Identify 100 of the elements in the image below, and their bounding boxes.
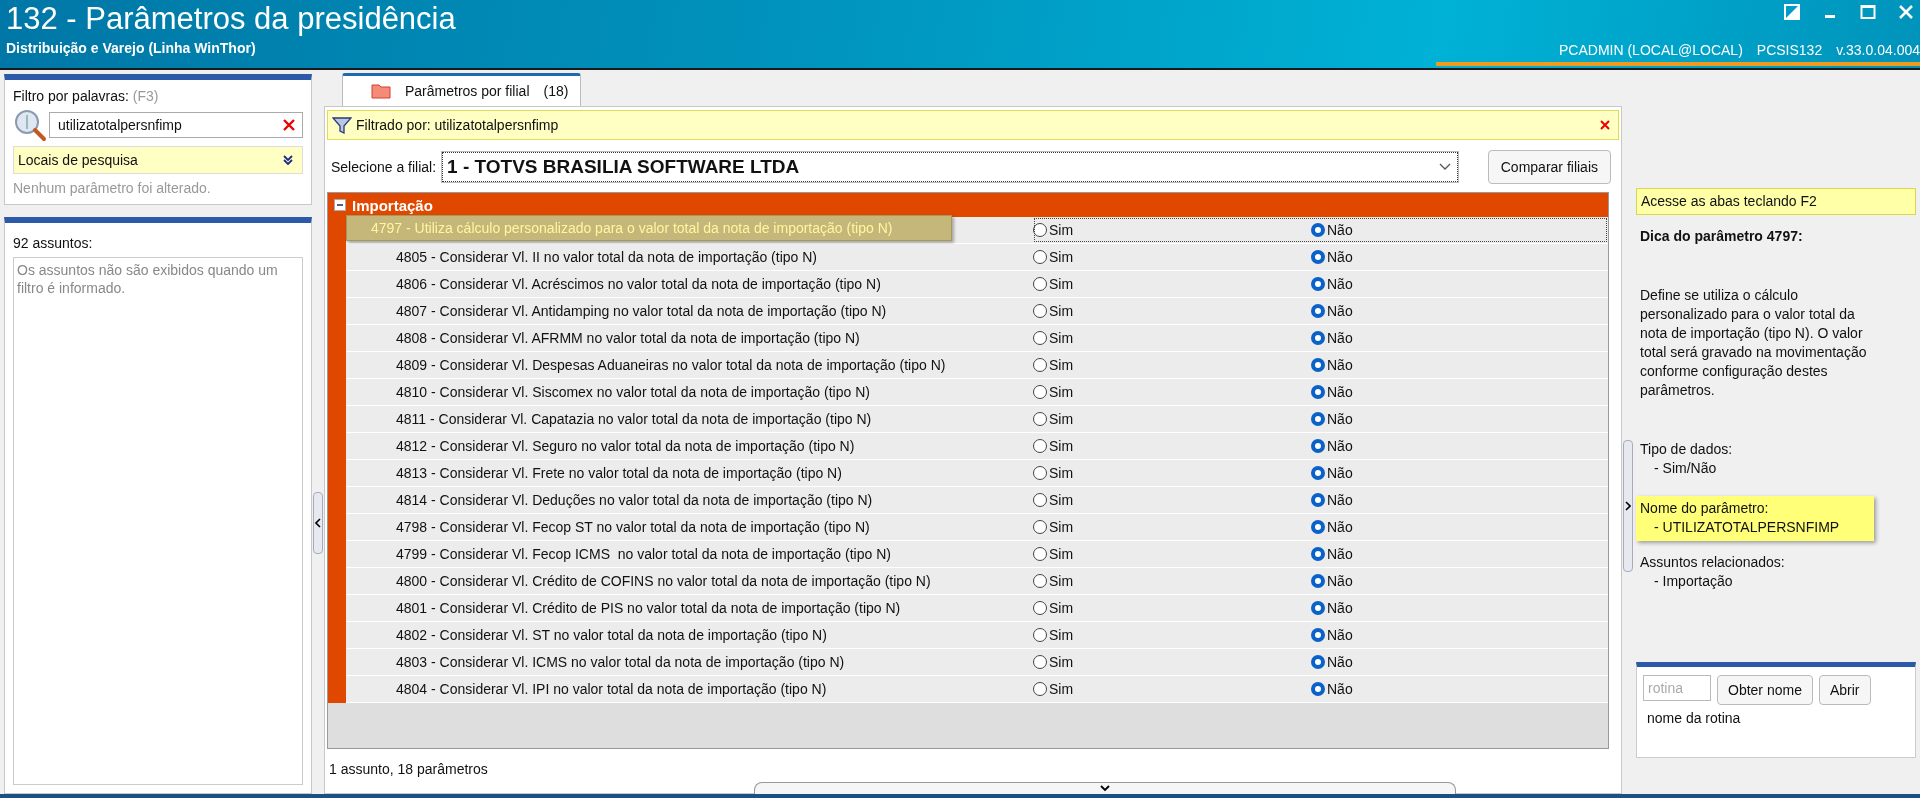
radio-button[interactable] [1311,547,1325,561]
radio-option[interactable]: Sim [1033,600,1311,616]
parameter-row[interactable]: 4812 - Considerar Vl. Seguro no valor total da nota de importação (tipo N) Sim Não [346,433,1608,460]
parameter-row[interactable]: 4802 - Considerar Vl. ST no valor total da nota de importação (tipo N) Sim Não [346,622,1608,649]
radio-button[interactable] [1311,439,1325,453]
radio-option[interactable]: Não [1311,573,1589,589]
radio-button[interactable] [1033,358,1047,372]
radio-button[interactable] [1311,250,1325,264]
open-button[interactable]: Abrir [1818,675,1871,705]
radio-button[interactable] [1033,331,1047,345]
radio-button[interactable] [1311,331,1325,345]
parameter-row[interactable]: 4809 - Considerar Vl. Despesas Aduaneiras no valor total da nota de importação (tipo N) Sim Não [346,352,1608,379]
radio-button[interactable] [1033,277,1047,291]
parameter-row[interactable]: 4808 - Considerar Vl. AFRMM no valor total da nota de importação (tipo N) Sim Não [346,325,1608,352]
radio-option[interactable]: Sim [1033,438,1311,454]
radio-button[interactable] [1311,277,1325,291]
radio-option[interactable]: Sim [1033,654,1311,670]
parameter-row[interactable]: 4813 - Considerar Vl. Frete no valor total da nota de importação (tipo N) Sim Não [346,460,1608,487]
radio-button[interactable] [1311,520,1325,534]
radio-button[interactable] [1311,655,1325,669]
radio-button[interactable] [1033,547,1047,561]
routine-field[interactable]: rotina [1643,675,1711,701]
radio-button[interactable] [1033,655,1047,669]
parameter-row[interactable]: 4805 - Considerar Vl. II no valor total da nota de importação (tipo N) Sim Não [346,244,1608,271]
radio-button[interactable] [1311,385,1325,399]
compare-button[interactable]: Comparar filiais [1487,150,1611,184]
radio-button[interactable] [1033,250,1047,264]
radio-button[interactable] [1311,358,1325,372]
radio-option[interactable]: Sim [1033,357,1311,373]
splitter-handle[interactable] [313,492,323,554]
radio-option[interactable]: Sim [1033,222,1311,238]
parameter-row[interactable]: 4798 - Considerar Vl. Fecop ST no valor total da nota de importação (tipo N) Sim Não [346,514,1608,541]
radio-option[interactable]: Sim [1033,330,1311,346]
radio-option[interactable]: Sim [1033,573,1311,589]
radio-option[interactable]: Não [1311,330,1589,346]
radio-button[interactable] [1311,412,1325,426]
radio-button[interactable] [1033,223,1047,237]
radio-option[interactable]: Não [1311,600,1589,616]
radio-option[interactable]: Não [1311,546,1589,562]
radio-button[interactable] [1311,628,1325,642]
radio-button[interactable] [1033,682,1047,696]
radio-button[interactable] [1033,601,1047,615]
radio-option[interactable]: Não [1311,519,1589,535]
radio-option[interactable]: Sim [1033,276,1311,292]
splitter-handle[interactable] [1623,440,1633,572]
maximize-icon[interactable] [1860,4,1876,20]
radio-option[interactable]: Sim [1033,519,1311,535]
parameter-row[interactable]: 4799 - Considerar Vl. Fecop ICMS no valor total da nota de importação (tipo N) Sim Não [346,541,1608,568]
parameter-row[interactable]: 4807 - Considerar Vl. Antidamping no valor total da nota de importação (tipo N) Sim Não [346,298,1608,325]
search-places-dropdown[interactable]: Locais de pesquisa [13,146,303,174]
get-name-button[interactable]: Obter nome [1717,675,1813,705]
radio-option[interactable]: Não [1311,681,1589,697]
radio-button[interactable] [1033,520,1047,534]
radio-button[interactable] [1033,439,1047,453]
group-header[interactable]: Importação [328,193,1608,217]
radio-option[interactable]: Sim [1033,249,1311,265]
radio-button[interactable] [1033,412,1047,426]
parameter-row[interactable]: 4800 - Considerar Vl. Crédito de COFINS no valor total da nota de importação (tipo N) Sim Não [346,568,1608,595]
parameter-row[interactable]: 4810 - Considerar Vl. Siscomex no valor total da nota de importação (tipo N) Sim Não [346,379,1608,406]
radio-button[interactable] [1033,385,1047,399]
radio-option[interactable]: Não [1311,276,1589,292]
radio-option[interactable]: Não [1311,222,1589,238]
radio-button[interactable] [1033,574,1047,588]
radio-button[interactable] [1311,493,1325,507]
radio-option[interactable]: Sim [1033,546,1311,562]
radio-option[interactable]: Não [1311,654,1589,670]
radio-option[interactable]: Não [1311,357,1589,373]
filter-field[interactable]: utilizatotalpersnfimp [49,112,303,138]
radio-button[interactable] [1033,493,1047,507]
radio-option[interactable]: Não [1311,627,1589,643]
close-icon[interactable] [1898,4,1914,20]
clear-icon[interactable] [1600,120,1610,130]
radio-button[interactable] [1311,682,1325,696]
parameter-row[interactable]: 4806 - Considerar Vl. Acréscimos no valor total da nota de importação (tipo N) Sim Não [346,271,1608,298]
radio-option[interactable]: Sim [1033,303,1311,319]
radio-button[interactable] [1033,466,1047,480]
radio-option[interactable]: Não [1311,303,1589,319]
radio-option[interactable]: Sim [1033,411,1311,427]
parameter-row[interactable]: 4811 - Considerar Vl. Capatazia no valor total da nota de importação (tipo N) Sim Não [346,406,1608,433]
radio-option[interactable]: Não [1311,465,1589,481]
parameter-row[interactable]: 4797 - Utiliza cálculo personalizado para o valor total da nota de importação (tipo N) Sim Não [346,217,1608,244]
radio-option[interactable]: Não [1311,249,1589,265]
collapse-icon[interactable] [334,199,346,211]
bottom-splitter[interactable] [754,782,1456,794]
radio-option[interactable]: Sim [1033,627,1311,643]
radio-option[interactable]: Sim [1033,681,1311,697]
radio-option[interactable]: Sim [1033,384,1311,400]
branch-select[interactable]: 1 - TOTVS BRASILIA SOFTWARE LTDA [442,152,1458,182]
radio-option[interactable]: Não [1311,384,1589,400]
radio-option[interactable]: Não [1311,411,1589,427]
radio-option[interactable]: Sim [1033,492,1311,508]
parameter-row[interactable]: 4801 - Considerar Vl. Crédito de PIS no valor total da nota de importação (tipo N) Sim Não [346,595,1608,622]
parameter-row[interactable]: 4814 - Considerar Vl. Deduções no valor total da nota de importação (tipo N) Sim Não [346,487,1608,514]
parameter-row[interactable]: 4803 - Considerar Vl. ICMS no valor total da nota de importação (tipo N) Sim Não [346,649,1608,676]
theme-icon[interactable] [1784,4,1800,20]
radio-option[interactable]: Sim [1033,465,1311,481]
radio-option[interactable]: Não [1311,492,1589,508]
radio-button[interactable] [1033,628,1047,642]
radio-option[interactable]: Não [1311,438,1589,454]
tab[interactable]: Parâmetros por filial (18) [342,73,582,106]
